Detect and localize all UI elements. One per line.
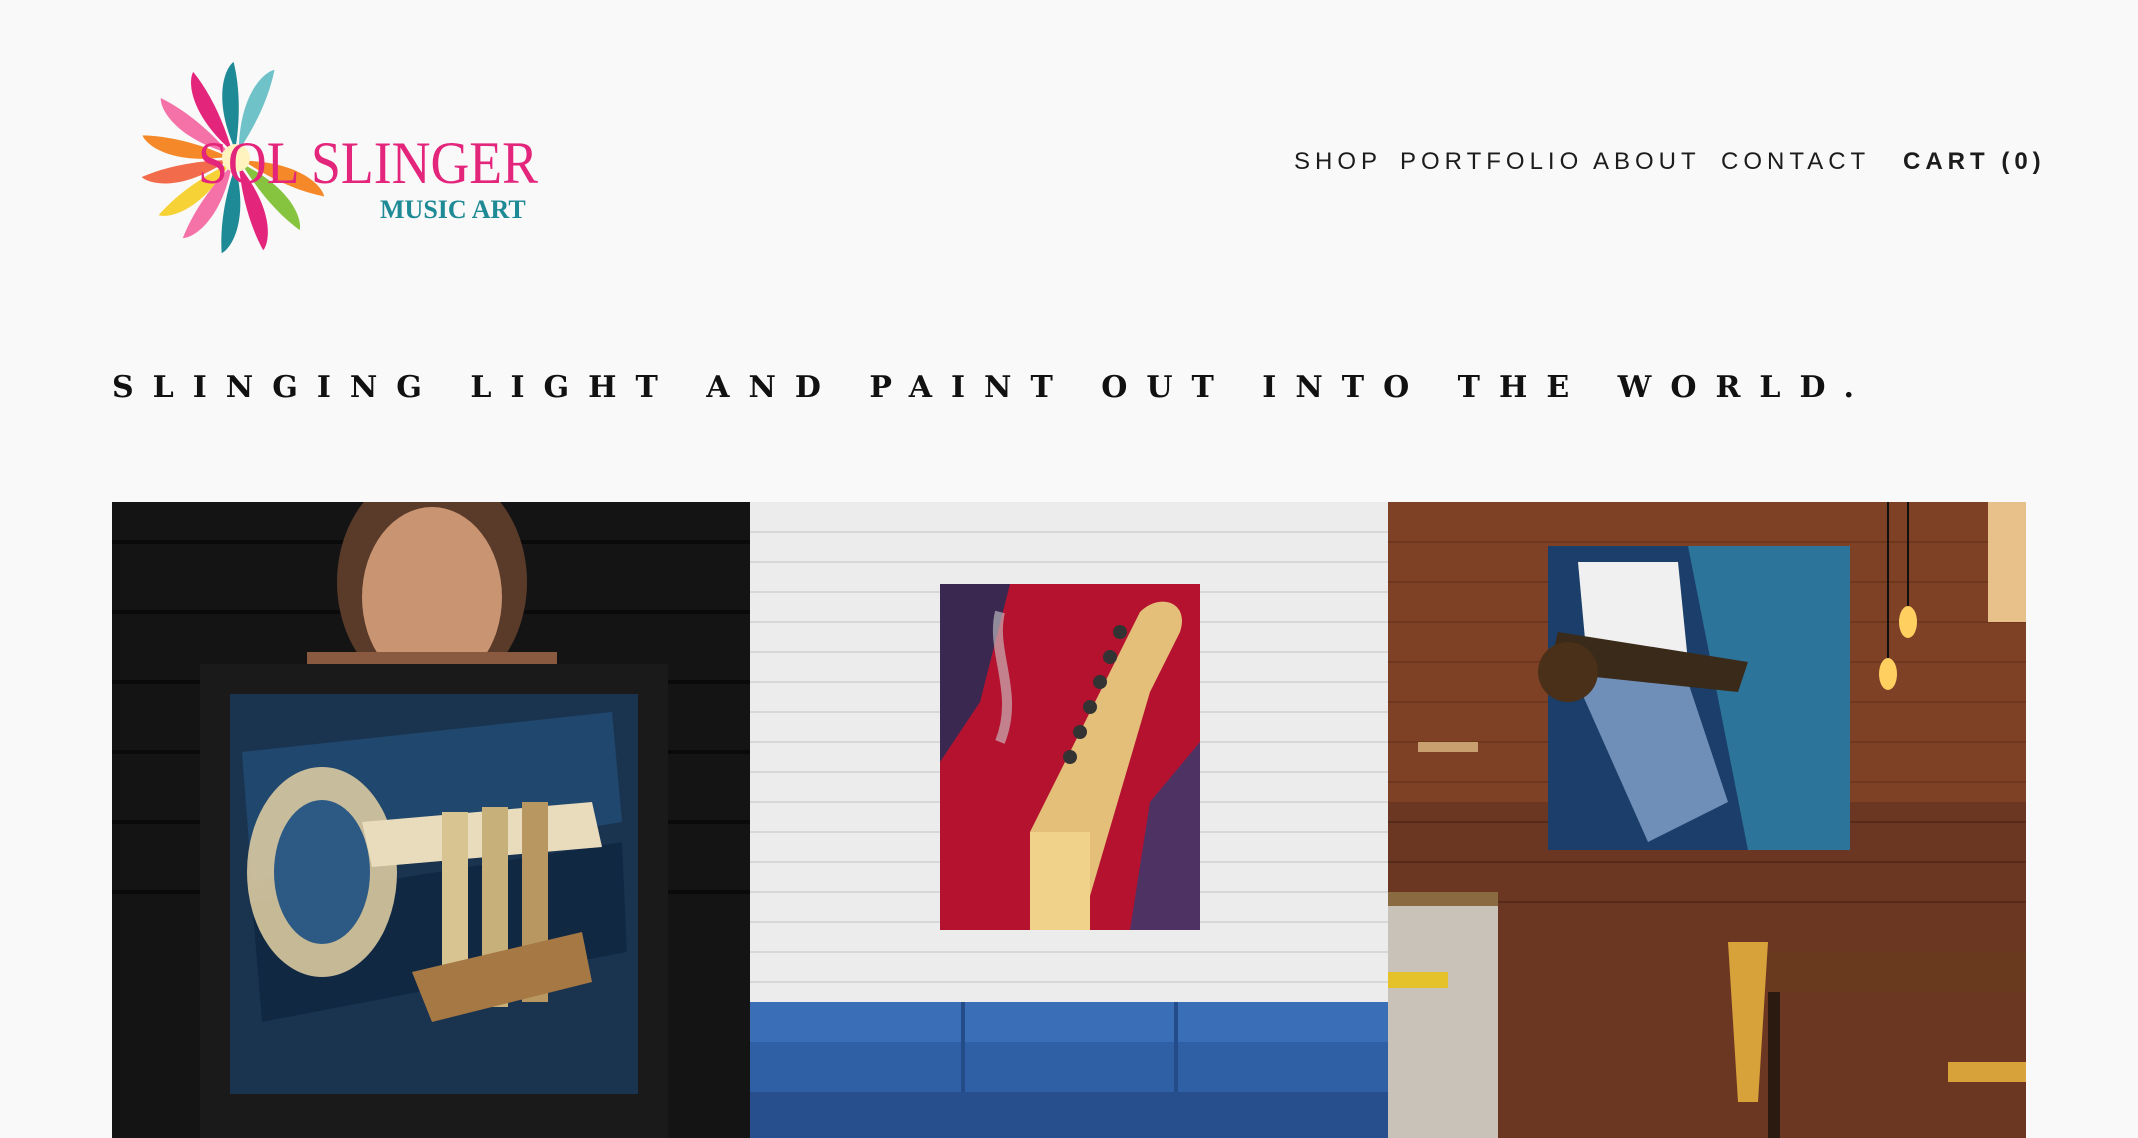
gallery-image-guitarist[interactable]	[1388, 502, 2026, 1138]
nav-portfolio[interactable]: PORTFOLIO	[1400, 148, 1583, 176]
image-gallery	[112, 502, 2026, 1138]
nav-shop[interactable]: SHOP	[1294, 148, 1382, 176]
gallery-image-trumpet[interactable]	[112, 502, 750, 1138]
nav-about[interactable]: ABOUT	[1593, 148, 1701, 176]
hero-tagline: SLINGING LIGHT AND PAINT OUT INTO THE WO…	[112, 370, 1873, 405]
brand-subtitle: MUSIC ART	[380, 195, 526, 224]
brand-logo[interactable]: SOL SLINGER MUSIC ART	[108, 58, 548, 268]
cart-link[interactable]: CART (0)	[1903, 148, 2046, 176]
gallery-image-guitar[interactable]	[750, 502, 1388, 1138]
brand-name: SOL SLINGER	[198, 130, 538, 196]
nav-contact[interactable]: CONTACT	[1721, 148, 1870, 176]
